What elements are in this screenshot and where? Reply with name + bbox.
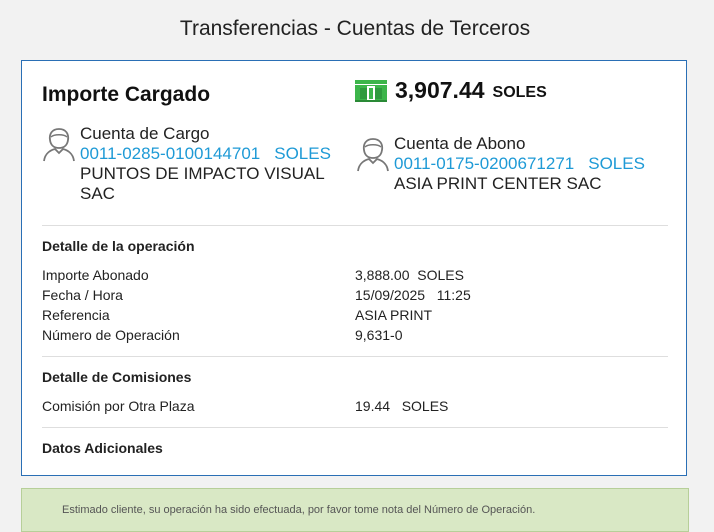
detail-row: Importe Abonado 3,888.00 SOLES bbox=[42, 267, 668, 287]
detail-label: Comisión por Otra Plaza bbox=[42, 398, 195, 414]
amount-block: 3,907.44 SOLES bbox=[355, 77, 547, 104]
transfer-summary-card: Importe Cargado 3,907.44 SOLES Cuenta de bbox=[21, 60, 687, 476]
detail-value: 9,631-0 bbox=[355, 327, 403, 343]
divider bbox=[42, 427, 668, 428]
cuenta-abono-label: Cuenta de Abono bbox=[394, 134, 526, 153]
detail-row: Fecha / Hora 15/09/2025 11:25 bbox=[42, 287, 668, 307]
cuenta-cargo-label: Cuenta de Cargo bbox=[80, 124, 210, 143]
cuenta-abono-account: 0011-0175-0200671271 bbox=[394, 154, 575, 173]
detail-label: Número de Operación bbox=[42, 327, 180, 343]
divider bbox=[42, 356, 668, 357]
cuenta-cargo-number: 0011-0285-0100144701 SOLES bbox=[80, 144, 350, 164]
cuenta-abono-currency: SOLES bbox=[588, 154, 645, 173]
cuenta-abono-number: 0011-0175-0200671271 SOLES bbox=[394, 154, 645, 174]
detail-label: Importe Abonado bbox=[42, 267, 149, 283]
cuenta-abono-holder: ASIA PRINT CENTER SAC bbox=[394, 174, 602, 193]
cuenta-cargo-account: 0011-0285-0100144701 bbox=[80, 144, 261, 163]
amount-value: 3,907.44 bbox=[395, 77, 485, 103]
detail-label: Fecha / Hora bbox=[42, 287, 123, 303]
detail-row: Número de Operación 9,631-0 bbox=[42, 327, 668, 347]
detail-value: ASIA PRINT bbox=[355, 307, 433, 323]
detail-value: 3,888.00 SOLES bbox=[355, 267, 464, 283]
detail-row: Referencia ASIA PRINT bbox=[42, 307, 668, 327]
operation-section-title: Detalle de la operación bbox=[42, 238, 195, 254]
commissions-section-title: Detalle de Comisiones bbox=[42, 369, 192, 385]
detail-row: Comisión por Otra Plaza 19.44 SOLES bbox=[42, 398, 668, 418]
cuenta-cargo-holder: PUNTOS DE IMPACTO VISUAL SAC bbox=[80, 164, 325, 203]
cuenta-abono-block: Cuenta de Abono 0011-0175-0200671271 SOLE… bbox=[356, 134, 645, 194]
detail-value: 15/09/2025 11:25 bbox=[355, 287, 471, 303]
additional-section-title: Datos Adicionales bbox=[42, 440, 163, 456]
detail-value: 19.44 SOLES bbox=[355, 398, 449, 414]
success-notice: Estimado cliente, su operación ha sido e… bbox=[21, 488, 689, 532]
cuenta-cargo-currency: SOLES bbox=[274, 144, 331, 163]
detail-label: Referencia bbox=[42, 307, 110, 323]
cuenta-cargo-block: Cuenta de Cargo 0011-0285-0100144701 SOLE… bbox=[42, 124, 350, 204]
divider bbox=[42, 225, 668, 226]
importe-cargado-label: Importe Cargado bbox=[42, 83, 211, 106]
amount-currency: SOLES bbox=[492, 83, 547, 101]
money-bills-icon bbox=[355, 79, 387, 102]
page-title: Transferencias - Cuentas de Terceros bbox=[179, 17, 531, 40]
user-icon bbox=[356, 136, 390, 172]
user-icon bbox=[42, 126, 76, 162]
